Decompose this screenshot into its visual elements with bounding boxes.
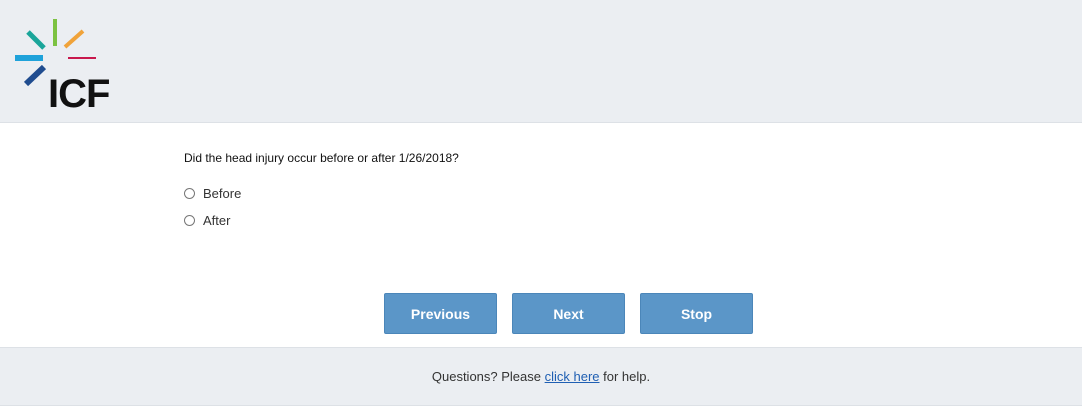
previous-button[interactable]: Previous [384, 293, 497, 334]
question-text: Did the head injury occur before or afte… [184, 151, 459, 165]
stop-button[interactable]: Stop [640, 293, 753, 334]
option-before[interactable]: Before [184, 186, 241, 201]
logo-text: ICF [48, 72, 110, 116]
icf-logo: ICF [12, 14, 122, 114]
footer-prefix: Questions? Please [431, 369, 545, 384]
footer-suffix: for help. [599, 369, 651, 384]
next-button[interactable]: Next [512, 293, 625, 334]
option-after-label: After [203, 213, 231, 228]
radio-before[interactable] [184, 188, 195, 199]
option-after[interactable]: After [184, 213, 230, 228]
page-header: ICF [0, 0, 1082, 123]
help-link[interactable]: click here [545, 369, 600, 384]
page-footer: Questions? Please click here for help. [0, 347, 1082, 406]
radio-after[interactable] [184, 215, 195, 226]
option-before-label: Before [203, 186, 242, 201]
